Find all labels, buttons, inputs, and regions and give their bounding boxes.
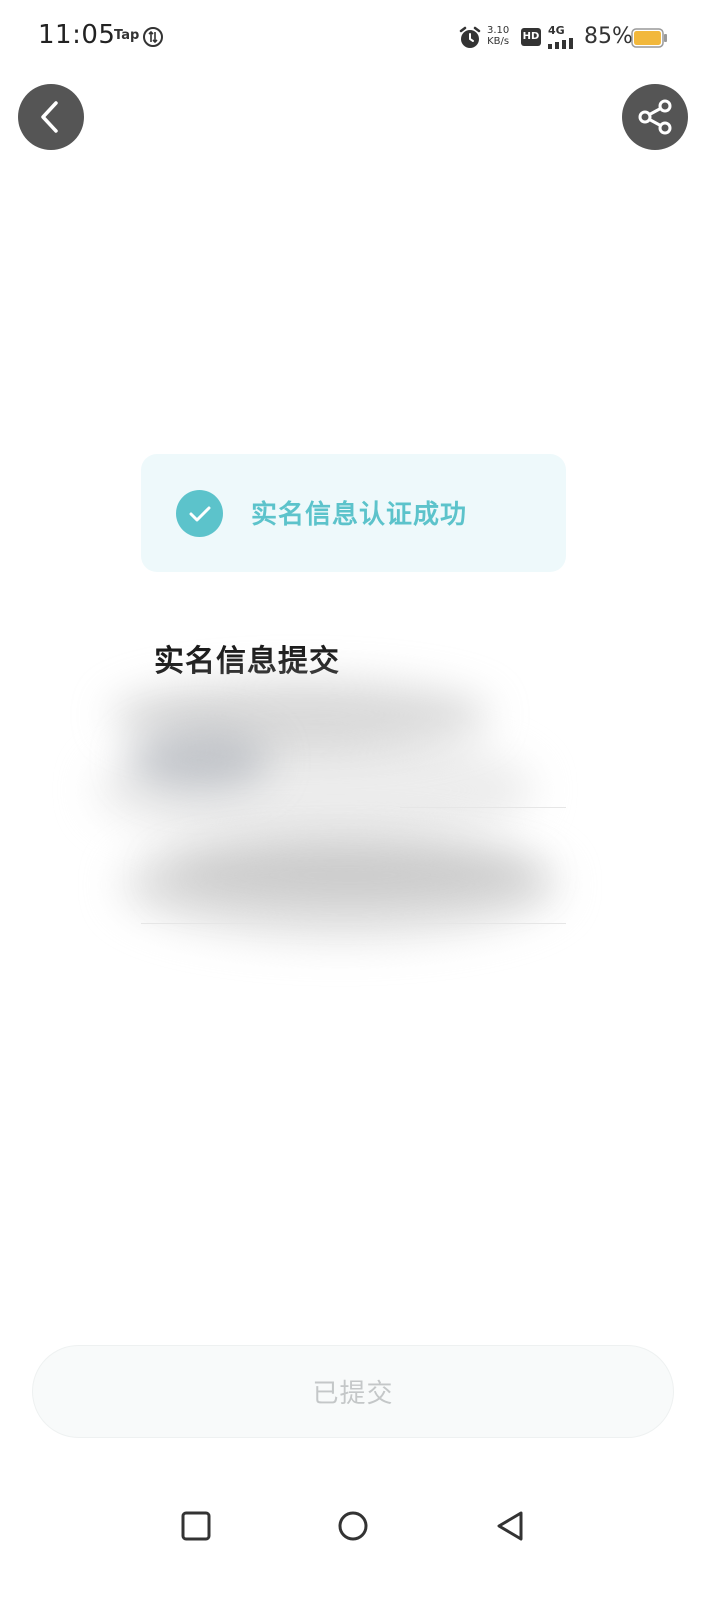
tap-app-icon: Tap <box>114 28 140 43</box>
battery-icon <box>631 28 667 48</box>
home-button[interactable] <box>335 1508 371 1544</box>
verification-success-banner: 实名信息认证成功 <box>141 454 566 572</box>
chevron-left-icon <box>41 101 58 133</box>
status-bar: 11:05 Tap 3.10 KB/s HD 4G 85% <box>0 0 720 76</box>
share-button[interactable] <box>622 84 688 150</box>
recent-apps-button[interactable] <box>178 1508 214 1544</box>
back-button[interactable] <box>18 84 84 150</box>
share-icon <box>638 99 672 135</box>
net-speed-unit: KB/s <box>487 36 510 47</box>
sync-icon <box>143 27 163 47</box>
status-time: 11:05 <box>38 20 116 50</box>
check-circle-icon <box>176 490 223 537</box>
alarm-icon <box>459 26 481 48</box>
battery-percent: 85% <box>584 24 633 49</box>
redacted-info <box>90 670 590 960</box>
screen: 11:05 Tap 3.10 KB/s HD 4G 85% 实名信息认证成功 实… <box>0 0 720 1600</box>
success-message: 实名信息认证成功 <box>251 500 468 530</box>
divider <box>400 807 566 808</box>
hd-badge: HD <box>521 28 541 46</box>
net-speed-value: 3.10 <box>487 25 510 36</box>
network-type: 4G <box>548 24 565 37</box>
submitted-button[interactable]: 已提交 <box>32 1345 674 1438</box>
signal-icon <box>548 38 573 49</box>
system-back-button[interactable] <box>492 1508 528 1544</box>
net-speed: 3.10 KB/s <box>487 25 509 47</box>
divider <box>141 923 566 924</box>
